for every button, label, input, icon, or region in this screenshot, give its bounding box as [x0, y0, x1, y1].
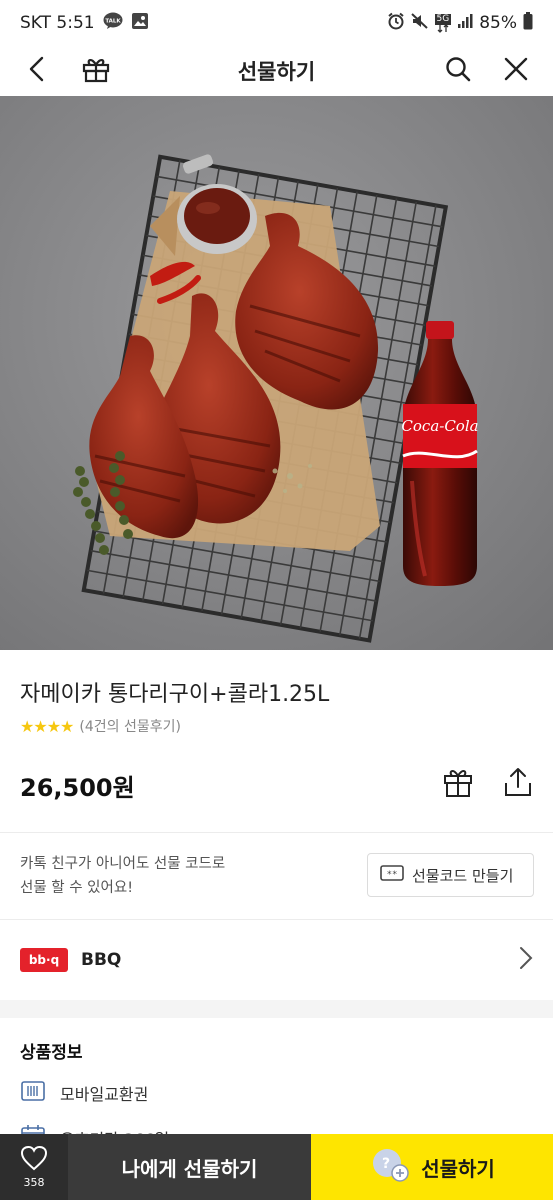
nav-bar: 선물하기	[0, 46, 553, 96]
close-icon	[504, 57, 528, 85]
section-gap	[0, 1000, 553, 1018]
gallery-icon	[131, 12, 149, 35]
send-gift-button[interactable]: ? 선물하기	[311, 1134, 553, 1200]
gift-to-self-label: 나에게 선물하기	[121, 1156, 258, 1181]
talk-icon: TALK	[103, 12, 123, 35]
product-name: 자메이카 통다리구이+콜라1.25L	[20, 682, 330, 707]
product-price: 26,500원	[20, 774, 135, 802]
gift-code-line2: 선물 할 수 있어요!	[20, 880, 134, 896]
friend-add-icon: ?	[369, 1147, 411, 1188]
chevron-right-icon	[519, 946, 533, 974]
close-button[interactable]	[498, 53, 534, 89]
brand-row[interactable]: bb·q BBQ	[0, 920, 553, 1000]
search-button[interactable]	[440, 53, 476, 89]
price-actions	[443, 766, 533, 802]
create-gift-code-label: 선물코드 만들기	[412, 866, 514, 885]
share-icon	[503, 768, 533, 802]
talk-badge-text: TALK	[105, 18, 121, 24]
brand-name: BBQ	[81, 950, 122, 970]
voucher-icon	[20, 1079, 46, 1107]
info-row-type: 모바일교환권	[20, 1079, 148, 1107]
search-icon	[445, 56, 471, 86]
battery-icon	[523, 11, 533, 35]
bottom-action-bar: 358 나에게 선물하기 ? 선물하기	[0, 1134, 553, 1200]
battery-percent: 85%	[479, 13, 517, 33]
status-bar: SKT 5:51 TALK 5G 85%	[0, 0, 553, 46]
gift-box-icon	[443, 770, 473, 802]
rating-stars: ★★★★	[20, 716, 74, 736]
divider	[0, 832, 553, 833]
create-gift-code-button[interactable]: ** 선물코드 만들기	[367, 853, 534, 897]
bottle-label-text: Coca-Cola	[401, 417, 478, 435]
gift-code-line1: 카톡 친구가 아니어도 선물 코드로	[20, 856, 226, 872]
like-count: 358	[23, 1176, 45, 1189]
gift-to-self-button[interactable]: 나에게 선물하기	[68, 1134, 311, 1200]
wishlist-gift-button[interactable]	[443, 766, 473, 802]
product-image: Coca-Cola	[0, 96, 553, 650]
product-info-title: 상품정보	[20, 1043, 83, 1063]
send-gift-label: 선물하기	[421, 1156, 495, 1181]
signal-icon	[457, 13, 473, 34]
code-ticket-icon: **	[380, 864, 404, 886]
network-label: 5G	[434, 13, 452, 25]
review-count: (4건의 선물후기)	[79, 719, 181, 735]
mute-icon	[410, 12, 429, 35]
brand-logo: bb·q	[20, 948, 68, 972]
heart-icon	[20, 1145, 48, 1174]
info-row-type-text: 모바일교환권	[60, 1085, 149, 1104]
gift-code-description: 카톡 친구가 아니어도 선물 코드로 선물 할 수 있어요!	[20, 852, 225, 900]
svg-text:**: **	[387, 870, 398, 880]
network-badge: 5G	[434, 13, 452, 33]
rating-summary[interactable]: ★★★★ (4건의 선물후기)	[20, 716, 181, 736]
like-button[interactable]: 358	[0, 1134, 68, 1200]
carrier-time: SKT 5:51	[20, 13, 95, 33]
svg-text:?: ?	[382, 1156, 390, 1172]
share-button[interactable]	[503, 766, 533, 802]
alarm-icon	[387, 12, 405, 35]
